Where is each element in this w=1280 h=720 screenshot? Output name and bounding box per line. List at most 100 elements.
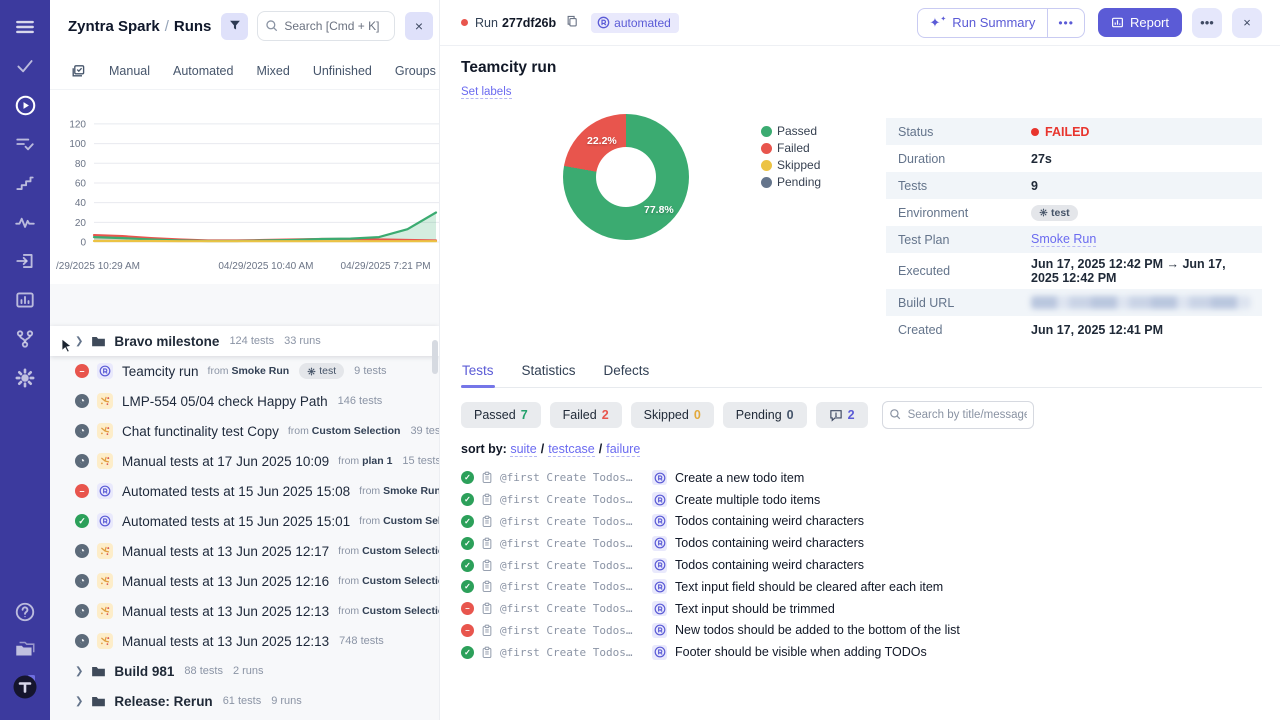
run-row[interactable]: ✓ Automated tests at 15 Jun 2025 15:01 fro… <box>50 506 439 536</box>
chevron-right-icon[interactable]: ❯ <box>75 696 83 707</box>
neutral-status-icon: ◔ <box>75 454 89 468</box>
tab-tests[interactable]: Tests <box>461 357 495 388</box>
runs-tab-groups[interactable]: Groups <box>395 64 436 78</box>
breadcrumb-project[interactable]: Zyntra Spark <box>68 18 160 35</box>
legend-item-skipped[interactable]: Skipped <box>761 158 821 172</box>
clipboard-icon <box>481 602 493 615</box>
run-summary-button[interactable]: ✦✦ Run Summary <box>918 9 1048 37</box>
run-name: Manual tests at 13 Jun 2025 12:13 <box>122 633 330 649</box>
test-filters-row: Passed 7 Failed 2 Skipped 0 Pending 0 2 <box>461 401 1262 429</box>
sort-by-failure[interactable]: failure <box>606 442 641 457</box>
sidebar-item-milestones-steps[interactable] <box>12 170 38 196</box>
test-row[interactable]: ✓ @first Create Todos… Footer should be vi… <box>461 641 1262 663</box>
sidebar-item-import[interactable] <box>12 248 38 274</box>
manual-run-icon <box>97 393 113 409</box>
clipboard-icon <box>481 580 493 593</box>
run-row[interactable]: – Automated tests at 15 Jun 2025 15:08 fro… <box>50 476 439 506</box>
set-labels-link[interactable]: Set labels <box>461 86 512 99</box>
sidebar-item-reports-chart[interactable] <box>12 287 38 313</box>
sort-by-suite[interactable]: suite <box>510 442 537 457</box>
copy-run-id-button[interactable] <box>563 12 581 33</box>
runs-tab-manual[interactable]: Manual <box>109 64 150 78</box>
detail-row-duration: Duration 27s <box>886 145 1262 172</box>
filter-count: 2 <box>601 408 609 422</box>
sidebar-item-settings-gear[interactable] <box>12 365 38 391</box>
sidebar-item-tests-check[interactable] <box>12 53 38 79</box>
run-title: Teamcity run <box>461 59 557 76</box>
test-row[interactable]: ✓ @first Create Todos… Text input field sh… <box>461 576 1262 598</box>
sidebar-item-analytics-pulse[interactable] <box>12 209 38 235</box>
test-row[interactable]: ✓ @first Create Todos… Todos containing we… <box>461 554 1262 576</box>
filter-label: Failed <box>562 408 597 422</box>
menu-icon <box>14 16 36 38</box>
run-tests-count: 15 tests <box>402 455 439 467</box>
run-summary-more-button[interactable]: ••• <box>1047 8 1084 37</box>
area-chart-svg: 0 20 40 60 80 100 120/29/2025 10:29 AM 04/29/20… <box>56 119 439 272</box>
automated-badge-label: automated <box>614 15 671 30</box>
legend-item-failed[interactable]: Failed <box>761 141 821 155</box>
run-status-dot <box>461 19 468 26</box>
report-button[interactable]: Report <box>1097 8 1182 37</box>
select-all-icon[interactable] <box>70 63 86 79</box>
filter-pill-skipped[interactable]: Skipped 0 <box>630 402 714 428</box>
filter-pill-passed[interactable]: Passed 7 <box>461 402 541 428</box>
panel-close-button[interactable]: × <box>405 12 433 40</box>
test-row[interactable]: ✓ @first Create Todos… Todos containing we… <box>461 532 1262 554</box>
run-row[interactable]: ◔ Chat functinality test Copy from Custom … <box>50 416 439 446</box>
filter-pill-comments[interactable]: 2 <box>815 402 868 428</box>
run-row[interactable]: – Teamcity run from Smoke Run test 9 tests <box>50 356 439 386</box>
automated-test-icon <box>652 513 667 529</box>
sidebar-item-test-plans[interactable] <box>12 131 38 157</box>
test-row[interactable]: ✓ @first Create Todos… Create a new todo i… <box>461 467 1262 489</box>
import-icon <box>14 250 36 272</box>
sidebar-item-projects-folder[interactable] <box>12 636 38 662</box>
tab-statistics[interactable]: Statistics <box>521 357 577 387</box>
run-summary-split-button: ✦✦ Run Summary ••• <box>916 7 1085 38</box>
tab-defects[interactable]: Defects <box>603 357 651 387</box>
test-row[interactable]: ✓ @first Create Todos… Todos containing we… <box>461 511 1262 533</box>
chevron-right-icon[interactable]: ❯ <box>75 666 83 677</box>
clipboard-icon <box>481 559 493 572</box>
legend-item-pending[interactable]: Pending <box>761 175 821 189</box>
sidebar-item-help[interactable] <box>12 599 38 625</box>
breadcrumb-section[interactable]: Runs <box>174 18 212 35</box>
clipboard-icon <box>481 624 493 637</box>
run-row[interactable]: ◔ Manual tests at 13 Jun 2025 12:17 from C… <box>50 536 439 566</box>
runs-tab-automated[interactable]: Automated <box>173 64 233 78</box>
runs-group-row[interactable]: ❯ Bravo milestone 124 tests 33 runs <box>50 326 439 356</box>
run-row[interactable]: ◔ LMP-554 05/04 check Happy Path 146 tests <box>50 386 439 416</box>
close-run-button[interactable]: × <box>1232 7 1262 38</box>
runs-group-row[interactable]: ❯ Build 981 88 tests 2 runs <box>50 656 439 686</box>
sidebar-item-integrations-branch[interactable] <box>12 326 38 352</box>
legend-item-passed[interactable]: Passed <box>761 124 821 138</box>
run-row[interactable]: ◔ Manual tests at 13 Jun 2025 12:13 from C… <box>50 596 439 626</box>
test-row[interactable]: – @first Create Todos… New todos should be… <box>461 620 1262 642</box>
tests-search-input[interactable] <box>881 401 1034 429</box>
filter-pill-failed[interactable]: Failed 2 <box>549 402 622 428</box>
runs-group-row[interactable]: ❯ Release: Rerun 61 tests 9 runs <box>50 686 439 716</box>
runs-list-scrollbar[interactable] <box>432 340 438 374</box>
automated-test-icon <box>652 470 667 486</box>
run-row[interactable]: ◔ Manual tests at 17 Jun 2025 10:09 from p… <box>50 446 439 476</box>
sidebar-item-runs-play[interactable] <box>12 92 38 118</box>
test-suite-name: @first Create Todos… <box>500 471 633 485</box>
filter-button[interactable] <box>221 12 249 40</box>
test-plan-link[interactable]: Smoke Run <box>1031 232 1097 247</box>
runs-tab-mixed[interactable]: Mixed <box>256 64 289 78</box>
runs-tab-unfinished[interactable]: Unfinished <box>313 64 372 78</box>
run-row[interactable]: ◔ Manual tests at 13 Jun 2025 12:13 748 te… <box>50 626 439 656</box>
test-row[interactable]: – @first Create Todos… Text input should b… <box>461 598 1262 620</box>
sort-by-testcase[interactable]: testcase <box>548 442 595 457</box>
test-row[interactable]: ✓ @first Create Todos… Create multiple tod… <box>461 489 1262 511</box>
run-row[interactable]: ◔ Manual tests at 13 Jun 2025 12:16 from C… <box>50 566 439 596</box>
group-name: Bravo milestone <box>114 333 220 349</box>
sidebar-bottom-icons <box>12 599 38 710</box>
chevron-right-icon[interactable]: ❯ <box>75 336 83 347</box>
filter-pill-pending[interactable]: Pending 0 <box>722 402 807 428</box>
svg-text:0: 0 <box>80 238 86 249</box>
run-name: Chat functinality test Copy <box>122 423 279 439</box>
automated-icon <box>597 16 610 29</box>
more-actions-button[interactable]: ••• <box>1192 7 1222 38</box>
sidebar-item-profile-avatar[interactable] <box>12 673 38 699</box>
sidebar-item-menu[interactable] <box>12 14 38 40</box>
